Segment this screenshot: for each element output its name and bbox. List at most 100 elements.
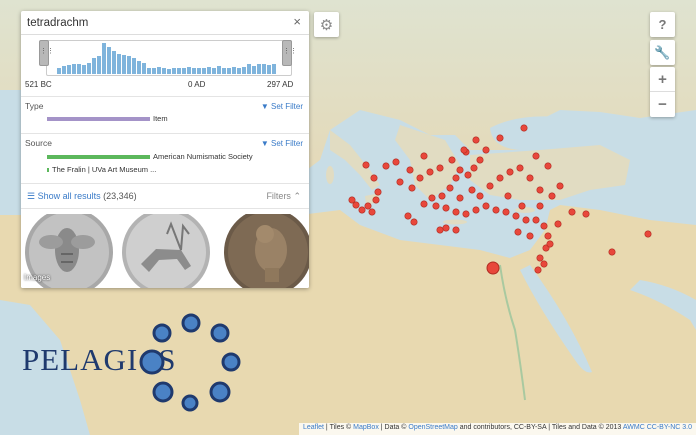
find-spot-marker[interactable] [476, 156, 484, 164]
find-spot-marker[interactable] [516, 164, 524, 172]
find-spot-marker[interactable] [368, 208, 376, 216]
find-spot-marker[interactable] [522, 216, 530, 224]
find-spot-marker[interactable] [486, 182, 494, 190]
facet-source-bar-fralin[interactable] [47, 168, 49, 172]
source-set-filter-button[interactable]: ▼ Set Filter [261, 139, 303, 148]
find-spot-marker[interactable] [482, 146, 490, 154]
find-spot-marker[interactable] [526, 232, 534, 240]
find-spot-marker[interactable] [556, 182, 564, 190]
find-spot-marker[interactable] [372, 196, 380, 204]
zoom-in-button[interactable]: + [650, 67, 675, 92]
find-spot-marker[interactable] [408, 184, 416, 192]
find-spot-marker[interactable] [518, 202, 526, 210]
find-spot-marker[interactable] [512, 212, 520, 220]
find-spot-marker[interactable] [452, 226, 460, 234]
awmc-link[interactable]: AWMC CC-BY-NC 3.0 [623, 424, 692, 431]
find-spot-marker[interactable] [532, 216, 540, 224]
find-spot-marker[interactable] [420, 200, 428, 208]
mapbox-link[interactable]: MapBox [353, 424, 379, 431]
find-spot-marker[interactable] [416, 174, 424, 182]
find-spot-marker[interactable] [392, 158, 400, 166]
find-spot-marker[interactable] [462, 210, 470, 218]
find-spot-marker[interactable] [526, 174, 534, 182]
find-spot-marker[interactable] [460, 146, 468, 154]
find-spot-marker[interactable] [472, 136, 480, 144]
osm-link[interactable]: OpenStreetMap [408, 424, 457, 431]
type-set-filter-button[interactable]: ▼ Set Filter [261, 102, 303, 111]
facet-source-item-label[interactable]: The Fralin | UVa Art Museum ... [52, 165, 156, 174]
zoom-out-button[interactable]: − [650, 92, 675, 117]
find-spot-marker-large[interactable] [486, 261, 500, 275]
find-spot-marker[interactable] [456, 166, 464, 174]
find-spot-marker[interactable] [496, 174, 504, 182]
find-spot-marker[interactable] [540, 222, 548, 230]
find-spot-marker[interactable] [644, 230, 652, 238]
settings-button[interactable]: ⚙ [314, 12, 339, 37]
find-spot-marker[interactable] [568, 208, 576, 216]
find-spot-marker[interactable] [364, 202, 372, 210]
find-spot-marker[interactable] [436, 226, 444, 234]
find-spot-marker[interactable] [536, 186, 544, 194]
find-spot-marker[interactable] [544, 162, 552, 170]
find-spot-marker[interactable] [396, 178, 404, 186]
facet-type-bar[interactable] [47, 117, 150, 121]
find-spot-marker[interactable] [420, 152, 428, 160]
find-spot-marker[interactable] [544, 232, 552, 240]
find-spot-marker[interactable] [608, 248, 616, 256]
find-spot-marker[interactable] [536, 202, 544, 210]
find-spot-marker[interactable] [502, 208, 510, 216]
find-spot-marker[interactable] [404, 212, 412, 220]
find-spot-marker[interactable] [520, 124, 528, 132]
find-spot-marker[interactable] [470, 164, 478, 172]
find-spot-marker[interactable] [534, 266, 542, 274]
show-all-results-link[interactable]: ☰ Show all results (23,346) [27, 191, 137, 202]
find-spot-marker[interactable] [452, 174, 460, 182]
find-spot-marker[interactable] [432, 202, 440, 210]
find-spot-marker[interactable] [496, 134, 504, 142]
find-spot-marker[interactable] [448, 156, 456, 164]
find-spot-marker[interactable] [406, 166, 414, 174]
find-spot-marker[interactable] [442, 224, 450, 232]
find-spot-marker[interactable] [452, 208, 460, 216]
filters-toggle[interactable]: Filters ⌃ [266, 191, 301, 202]
timeline-end-handle[interactable]: ⋮⋮ [282, 40, 297, 66]
find-spot-marker[interactable] [468, 186, 476, 194]
clear-search-icon[interactable]: × [293, 14, 301, 29]
find-spot-marker[interactable] [410, 218, 418, 226]
facet-source-bar-ans[interactable] [47, 155, 150, 159]
timeline-start-handle[interactable]: ⋮⋮ [39, 40, 54, 66]
find-spot-marker[interactable] [536, 254, 544, 262]
find-spot-marker[interactable] [546, 240, 554, 248]
find-spot-marker[interactable] [492, 206, 500, 214]
find-spot-marker[interactable] [540, 260, 548, 268]
search-input[interactable] [27, 14, 277, 32]
find-spot-marker[interactable] [442, 204, 450, 212]
find-spot-marker[interactable] [514, 228, 522, 236]
find-spot-marker[interactable] [504, 192, 512, 200]
find-spot-marker[interactable] [446, 184, 454, 192]
leaflet-link[interactable]: Leaflet [303, 424, 324, 431]
help-button[interactable]: ? [650, 12, 675, 37]
find-spot-marker[interactable] [352, 201, 360, 209]
find-spot-marker[interactable] [426, 168, 434, 176]
find-spot-marker[interactable] [472, 206, 480, 214]
find-spot-marker[interactable] [582, 210, 590, 218]
find-spot-marker[interactable] [362, 161, 370, 169]
find-spot-marker[interactable] [456, 194, 464, 202]
find-spot-marker[interactable] [428, 194, 436, 202]
find-spot-marker[interactable] [358, 206, 366, 214]
facet-type-item-label[interactable]: Item [153, 114, 168, 123]
find-spot-marker[interactable] [436, 164, 444, 172]
find-spot-marker[interactable] [554, 220, 562, 228]
find-spot-marker[interactable] [438, 192, 446, 200]
find-spot-marker[interactable] [548, 192, 556, 200]
tools-button[interactable]: 🔧 [650, 40, 675, 65]
find-spot-marker[interactable] [464, 171, 472, 179]
find-spot-marker[interactable] [476, 192, 484, 200]
facet-source-item-label[interactable]: American Numismatic Society [153, 152, 253, 161]
images-strip[interactable]: Images [21, 214, 309, 288]
find-spot-marker[interactable] [506, 168, 514, 176]
find-spot-marker[interactable] [382, 162, 390, 170]
find-spot-marker[interactable] [532, 152, 540, 160]
find-spot-marker[interactable] [370, 174, 378, 182]
